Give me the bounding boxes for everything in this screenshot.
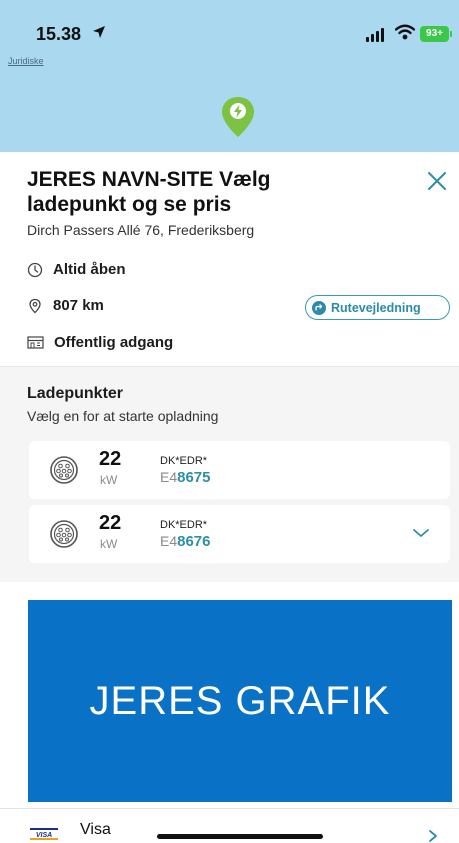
charger-evse-number: 8676 [177, 533, 211, 550]
home-indicator [157, 834, 323, 839]
charger-evse-start: E4 [160, 469, 178, 485]
charger-evse-prefix: DK*EDR* [160, 455, 208, 467]
charging-points-title: Ladepunkter [27, 385, 124, 402]
location-arrow-icon [93, 26, 105, 38]
route-button[interactable]: Rutevejledning [305, 295, 450, 320]
plug-icon [50, 456, 78, 484]
battery-indicator: 93+ [420, 26, 452, 42]
status-bar: 15.38 93+ [0, 0, 459, 52]
charger-power: 22 [99, 512, 122, 534]
chevron-right-icon[interactable] [428, 829, 438, 843]
site-address: Dirch Passers Allé 76, Frederiksberg [27, 222, 255, 238]
status-time: 15.38 [36, 24, 82, 44]
opening-hours-row: Altid åben [27, 261, 126, 278]
route-button-label: Rutevejledning [331, 300, 421, 315]
access-icon [27, 336, 44, 349]
access-row: Offentlig adgang [27, 334, 173, 351]
legal-link[interactable]: Juridiske [8, 56, 44, 66]
promo-banner-text: JERES GRAFIK [89, 678, 391, 723]
charging-points-subtitle: Vælg en for at starte opladning [27, 408, 219, 424]
charger-evse-id: E48676 [160, 533, 211, 550]
charger-power-unit: kW [100, 537, 118, 551]
access-type: Offentlig adgang [54, 334, 174, 351]
clock-icon [27, 262, 43, 277]
charger-evse-id: E48675 [160, 469, 211, 486]
promo-banner: JERES GRAFIK [28, 600, 452, 802]
charger-evse-start: E4 [160, 533, 178, 549]
payment-card-label: Visa [80, 821, 111, 838]
location-icon [29, 298, 41, 313]
route-icon [312, 300, 326, 315]
charger-power: 22 [99, 448, 122, 470]
close-icon[interactable] [426, 170, 448, 192]
charging-pin-icon[interactable] [220, 95, 256, 139]
visa-logo-icon: VISA [30, 828, 58, 840]
map-view[interactable]: 15.38 93+ Juridiske [0, 0, 459, 152]
charger-card[interactable]: 22 kW DK*EDR* E48675 [29, 441, 450, 499]
signal-icon [366, 28, 384, 42]
site-title: JERES NAVN-SITE Vælg ladepunkt og se pri… [27, 168, 271, 216]
charging-points-section: Ladepunkter Vælg en for at starte opladn… [0, 366, 459, 582]
charger-card[interactable]: 22 kW DK*EDR* E48676 [29, 505, 450, 563]
wifi-icon [395, 24, 415, 40]
distance-row: 807 km [27, 297, 104, 314]
charger-evse-number: 8675 [177, 469, 211, 486]
plug-icon [50, 520, 78, 548]
charger-evse-prefix: DK*EDR* [160, 519, 208, 531]
charger-power-unit: kW [100, 473, 118, 487]
chevron-down-icon[interactable] [412, 527, 430, 539]
opening-hours: Altid åben [53, 261, 126, 278]
payment-method-bar[interactable]: VISA Visa [0, 808, 459, 843]
distance: 807 km [53, 297, 104, 314]
